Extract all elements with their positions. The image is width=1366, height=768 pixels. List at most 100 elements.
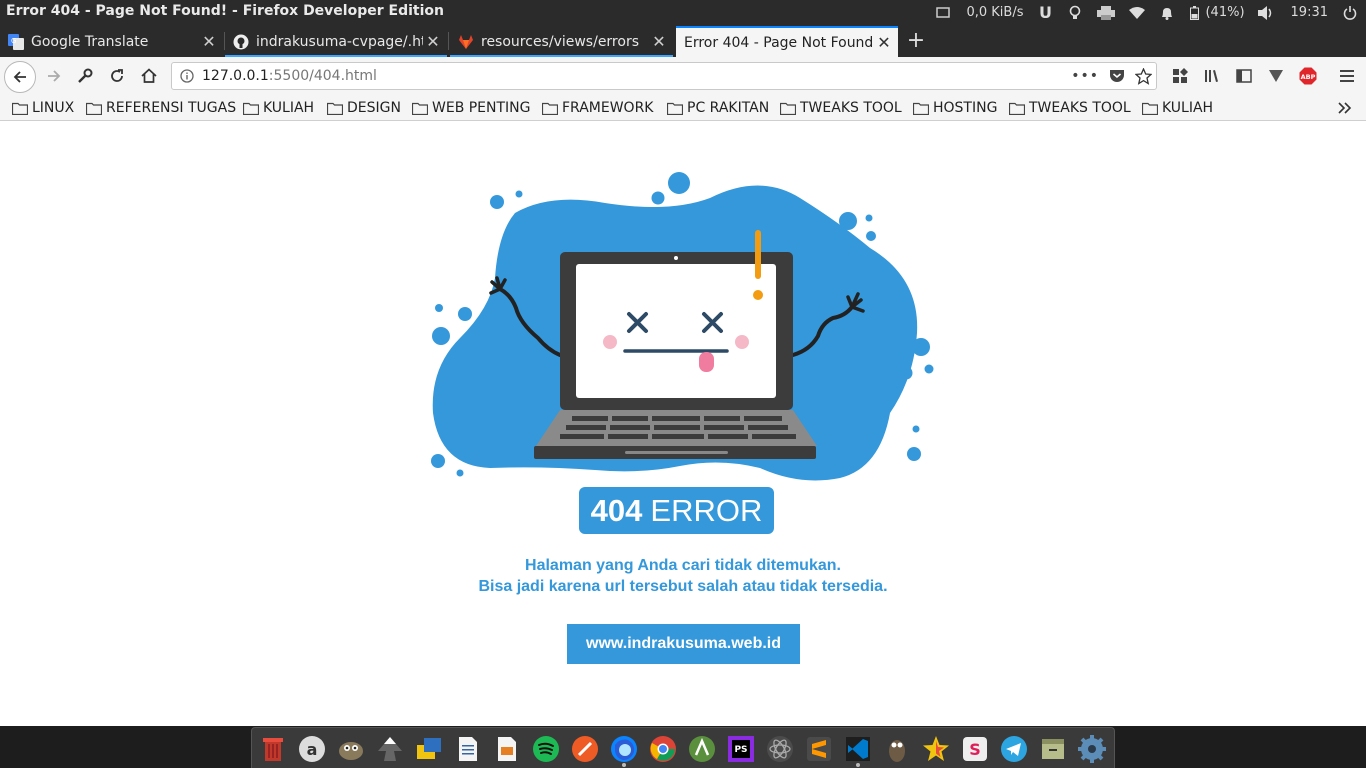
folder-icon: [1142, 102, 1158, 115]
settings-icon[interactable]: [1078, 735, 1106, 763]
home-button[interactable]: [135, 62, 163, 90]
tab-gitlab[interactable]: resources/views/errors ✕: [450, 26, 673, 57]
sidebar-button[interactable]: [1230, 62, 1258, 90]
url-bar[interactable]: 127.0.0.1:5500/404.html •••: [171, 62, 1157, 90]
bookmark-label: KULIAH: [1162, 100, 1214, 116]
cheek-right: [735, 335, 749, 349]
u-indicator-icon[interactable]: U: [1035, 0, 1055, 25]
folder-icon: [1009, 102, 1025, 115]
document-viewer-icon[interactable]: [493, 735, 521, 763]
tab-google-translate[interactable]: G Google Translate ✕: [0, 26, 223, 57]
chrome-icon[interactable]: [649, 735, 677, 763]
svg-text:PS: PS: [734, 745, 747, 755]
bubble: [515, 190, 523, 198]
close-tab-icon[interactable]: ✕: [423, 32, 443, 51]
folder-icon: [412, 102, 428, 115]
clock[interactable]: 19:31: [1291, 0, 1328, 25]
bubble: [866, 231, 876, 241]
tab-error-404[interactable]: Error 404 - Page Not Found! ✕: [676, 26, 898, 57]
spotify-icon[interactable]: [532, 735, 560, 763]
bubble: [907, 447, 921, 461]
url-text[interactable]: 127.0.0.1:5500/404.html: [202, 68, 377, 84]
firefox-icon[interactable]: [610, 735, 638, 763]
page-content: 404 ERROR Halaman yang Anda cari tidak d…: [0, 121, 1366, 726]
close-tab-icon[interactable]: ✕: [199, 32, 219, 51]
trash-icon[interactable]: [259, 735, 287, 763]
net-speed[interactable]: 0,0 KiB/s: [966, 0, 1023, 25]
laptop-hinge-slot: [625, 451, 728, 454]
back-button[interactable]: [4, 61, 36, 93]
battery-icon[interactable]: [1187, 0, 1201, 25]
virtualbox-icon[interactable]: [415, 735, 443, 763]
chevron-double-right-icon: [1338, 102, 1352, 114]
error-code: 404: [590, 492, 643, 528]
bookmark-label: TWEAKS TOOL: [1029, 100, 1131, 116]
bookmark-folder[interactable]: DESIGN: [327, 98, 401, 118]
close-tab-icon[interactable]: ✕: [649, 32, 669, 51]
bookmark-folder[interactable]: TWEAKS TOOL: [780, 98, 902, 118]
bell-icon[interactable]: [1157, 0, 1177, 25]
menu-button[interactable]: [1333, 62, 1361, 90]
gimp-icon[interactable]: [337, 735, 365, 763]
vpn-extension-button[interactable]: [1262, 62, 1290, 90]
forward-button[interactable]: [40, 62, 68, 90]
text-editor-icon[interactable]: [454, 735, 482, 763]
tab-github[interactable]: indrakusuma-cvpage/.htaccess ✕: [225, 26, 447, 57]
wifi-icon[interactable]: [1125, 0, 1149, 25]
bookmark-label: WEB PENTING: [432, 100, 531, 116]
bookmark-folder[interactable]: TWEAKS TOOL: [1009, 98, 1131, 118]
inkscape-icon[interactable]: [376, 735, 404, 763]
gimp-wilber-icon[interactable]: [883, 735, 911, 763]
reload-button[interactable]: [103, 62, 131, 90]
bookmark-folder[interactable]: KULIAH: [243, 98, 314, 118]
bookmark-folder[interactable]: HOSTING: [913, 98, 997, 118]
bubble: [912, 425, 920, 433]
page-actions-icon[interactable]: •••: [1071, 68, 1099, 84]
phpstorm-icon[interactable]: PS: [727, 735, 755, 763]
tab-label: Google Translate: [31, 33, 149, 50]
library-icon: [1205, 70, 1218, 82]
tab-label: resources/views/errors: [481, 33, 639, 50]
bubble: [899, 366, 913, 380]
telegram-icon[interactable]: [1000, 735, 1028, 763]
archive-manager-icon[interactable]: [1039, 735, 1067, 763]
site-info-icon[interactable]: [172, 69, 202, 83]
homepage-link-button[interactable]: www.indrakusuma.web.id: [567, 624, 800, 664]
bookmark-folder[interactable]: WEB PENTING: [412, 98, 531, 118]
extensions-button[interactable]: [1166, 62, 1194, 90]
bookmark-folder[interactable]: KULIAH: [1142, 98, 1213, 118]
starred-icon[interactable]: [922, 735, 950, 763]
bookmark-folder[interactable]: FRAMEWORK: [542, 98, 654, 118]
developer-tools-button[interactable]: [71, 62, 99, 90]
bookmark-star-icon[interactable]: [1135, 67, 1152, 85]
exclamation-dot: [753, 290, 763, 300]
bookmark-folder[interactable]: PC RAKITAN: [667, 98, 769, 118]
lightbulb-icon[interactable]: [1065, 0, 1085, 25]
volume-icon[interactable]: [1257, 0, 1275, 25]
adblock-button[interactable]: ABP: [1294, 62, 1322, 90]
new-tab-button[interactable]: +: [904, 25, 928, 56]
sublime-text-icon[interactable]: [805, 735, 833, 763]
pocket-icon[interactable]: [1109, 69, 1125, 84]
broken-laptop-illustration: [431, 172, 934, 481]
amazon-icon[interactable]: a: [298, 735, 326, 763]
more-bookmarks-button[interactable]: [1338, 98, 1352, 118]
display-icon[interactable]: [932, 0, 954, 25]
bookmark-folder[interactable]: REFERENSI TUGAS: [86, 98, 236, 118]
hamburger-icon: [1340, 70, 1354, 82]
vscode-icon[interactable]: [844, 735, 872, 763]
printer-icon[interactable]: [1093, 0, 1119, 25]
power-icon[interactable]: [1338, 0, 1362, 25]
atom-icon[interactable]: [766, 735, 794, 763]
android-studio-icon[interactable]: [688, 735, 716, 763]
close-tab-icon[interactable]: ✕: [874, 33, 894, 52]
postman-icon[interactable]: [571, 735, 599, 763]
dock: a PS S: [251, 727, 1115, 768]
adblock-plus-icon: ABP: [1299, 67, 1317, 85]
folder-icon: [780, 102, 796, 115]
library-button[interactable]: [1198, 62, 1226, 90]
folder-icon: [913, 102, 929, 115]
slack-icon[interactable]: S: [961, 735, 989, 763]
bookmark-folder[interactable]: LINUX: [12, 98, 74, 118]
battery-percent[interactable]: (41%): [1205, 0, 1244, 25]
